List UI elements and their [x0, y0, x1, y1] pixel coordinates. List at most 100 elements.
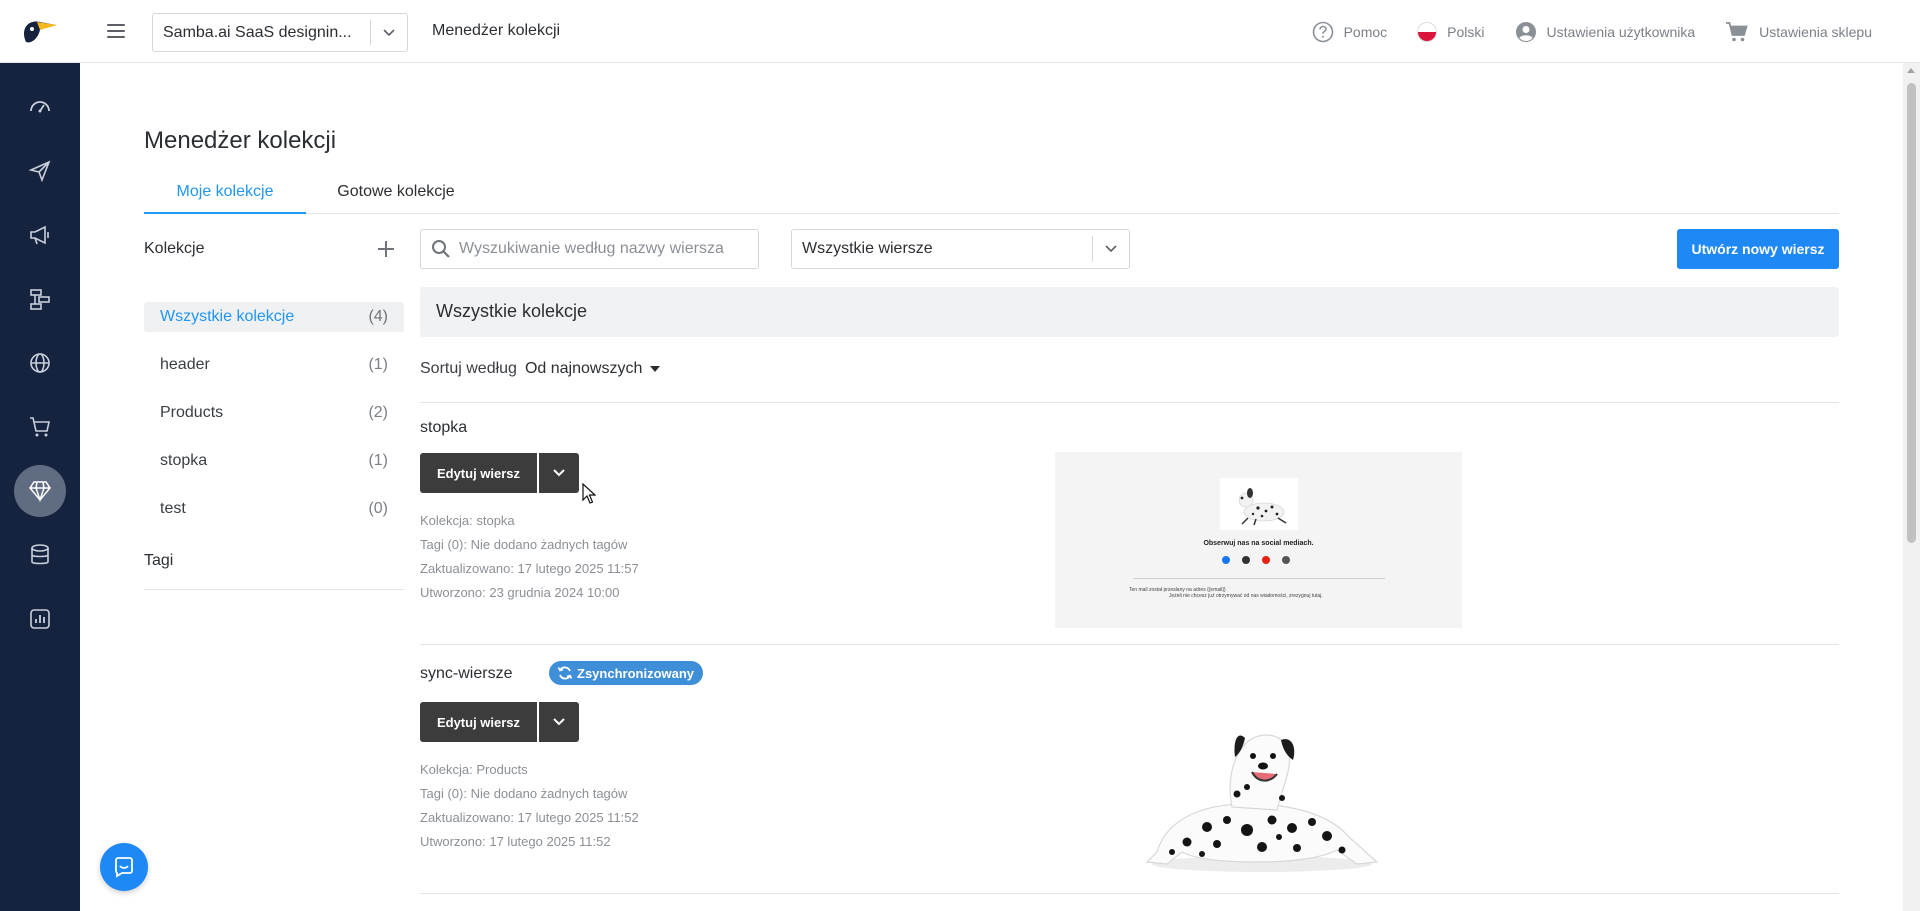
row-preview-thumbnail[interactable]: Obserwuj nas na social mediach. Ten mail…: [1055, 452, 1462, 628]
sync-icon: [557, 666, 573, 680]
scroll-up-arrow-icon[interactable]: [1907, 68, 1915, 73]
rows-filter-value: Wszystkie wiersze: [802, 240, 933, 257]
search-icon: [432, 240, 450, 258]
tab-my-collections[interactable]: Moje kolekcje: [144, 178, 306, 214]
topbar-title: Menedżer kolekcji: [432, 22, 561, 39]
sort-control: Sortuj według Od najnowszych: [420, 360, 661, 378]
nav-data[interactable]: [14, 529, 66, 581]
user-avatar-icon: [1515, 21, 1536, 42]
megaphone-icon: [30, 225, 49, 245]
row-name: sync-wiersze: [420, 665, 513, 682]
row-preview-dalmatian-image[interactable]: [1087, 702, 1432, 878]
user-settings-link[interactable]: Ustawienia użytkownika: [1515, 21, 1696, 43]
collection-item-name: header: [160, 356, 210, 373]
sort-value: Od najnowszych: [524, 360, 643, 377]
nav-analytics[interactable]: [14, 593, 66, 645]
toucan-logo-icon[interactable]: [20, 16, 60, 46]
dashboard-gauge-icon: [30, 101, 50, 113]
preview-social-icons: [1222, 556, 1290, 564]
collection-item-test[interactable]: test (0): [144, 494, 404, 524]
row-meta: Kolekcja: stopka Tagi (0): Nie dodano ża…: [420, 509, 639, 605]
help-link[interactable]: Pomoc: [1312, 21, 1387, 43]
collection-item-name: Wszystkie kolekcje: [160, 308, 295, 325]
sort-dropdown[interactable]: Od najnowszych: [524, 360, 661, 378]
x-twitter-icon: [1242, 556, 1250, 564]
edit-row-button[interactable]: Edytuj wiersz: [420, 453, 537, 493]
synced-badge-label: Zsynchronizowany: [577, 665, 695, 681]
globe-icon: [30, 353, 50, 373]
nav-ecommerce[interactable]: [14, 401, 66, 453]
collection-item-all[interactable]: Wszystkie kolekcje (4): [144, 302, 404, 332]
page-scrollbar[interactable]: [1903, 63, 1920, 911]
account-select-value: Samba.ai SaaS designin...: [163, 23, 352, 41]
row-collection: Kolekcja: stopka: [420, 513, 515, 528]
mouse-pointer-icon: [582, 483, 596, 504]
database-icon: [31, 544, 49, 565]
preview-dog-image: [1220, 478, 1298, 530]
user-settings-label: Ustawienia użytkownika: [1546, 23, 1696, 40]
nav-web[interactable]: [14, 337, 66, 389]
chevron-down-icon: [371, 28, 407, 37]
collection-item-name: Products: [160, 404, 224, 421]
instagram-icon: [1282, 556, 1290, 564]
shop-settings-link[interactable]: Ustawienia sklepu: [1725, 21, 1872, 43]
collection-item-products[interactable]: Products (2): [144, 398, 404, 428]
shopping-cart-icon: [1726, 21, 1748, 41]
nav-dashboard[interactable]: [14, 81, 66, 133]
divider: [420, 402, 1839, 403]
collection-tabs: Moje kolekcje Gotowe kolekcje: [144, 178, 1839, 214]
collection-item-count: (1): [368, 452, 388, 469]
row-actions-dropdown-button[interactable]: [537, 702, 579, 742]
workflow-icon: [30, 289, 50, 310]
collection-item-name: test: [160, 500, 186, 517]
page-title: Menedżer kolekcji: [144, 127, 337, 154]
sidebar: [0, 63, 80, 911]
collections-header: Kolekcje: [144, 232, 404, 266]
row-tags: Tagi (0): Nie dodano żadnych tagów: [420, 537, 628, 552]
search-input[interactable]: [459, 240, 749, 258]
create-row-button[interactable]: Utwórz nowy wiersz: [1677, 229, 1839, 269]
nav-announcements[interactable]: [14, 209, 66, 261]
preview-social-heading: Obserwuj nas na social mediach.: [1203, 540, 1314, 547]
collection-item-count: (4): [368, 308, 388, 325]
caret-down-icon: [650, 366, 661, 372]
collection-item-header[interactable]: header (1): [144, 350, 404, 380]
row-tags: Tagi (0): Nie dodano żadnych tagów: [420, 786, 628, 801]
diamond-icon: [29, 481, 51, 503]
nav-campaigns[interactable]: [14, 145, 66, 197]
row-updated: Zaktualizowano: 17 lutego 2025 11:57: [420, 561, 639, 576]
collections-heading: Kolekcje: [144, 240, 205, 257]
language-link[interactable]: Polski: [1417, 21, 1485, 42]
tab-ready-collections[interactable]: Gotowe kolekcje: [306, 178, 486, 214]
collection-item-stopka[interactable]: stopka (1): [144, 446, 404, 476]
row-edit-group: Edytuj wiersz: [420, 702, 579, 742]
account-select[interactable]: Samba.ai SaaS designin...: [152, 13, 408, 52]
nav-collections[interactable]: [14, 465, 66, 517]
edit-row-button[interactable]: Edytuj wiersz: [420, 702, 537, 742]
tags-heading[interactable]: Tagi: [144, 550, 404, 590]
chevron-down-icon: [553, 718, 565, 726]
facebook-icon: [1222, 556, 1230, 564]
collections-list: Wszystkie kolekcje (4) header (1) Produc…: [144, 302, 404, 542]
nav-workflow[interactable]: [14, 273, 66, 325]
youtube-icon: [1262, 556, 1270, 564]
cart-icon: [30, 417, 50, 437]
shop-settings-label: Ustawienia sklepu: [1759, 23, 1872, 40]
top-bar: Samba.ai SaaS designin... Menedżer kolek…: [0, 0, 1920, 63]
synced-badge: Zsynchronizowany: [549, 661, 704, 685]
add-collection-plus-icon[interactable]: [376, 239, 396, 259]
menu-toggle-button[interactable]: [104, 20, 128, 44]
chat-support-button[interactable]: [100, 843, 148, 891]
divider: [420, 893, 1839, 894]
divider: [420, 644, 1839, 645]
topbar-links: Pomoc Polski Ustawienia użytkownika Usta…: [1312, 0, 1872, 63]
scrollbar-thumb[interactable]: [1907, 83, 1916, 543]
collection-item-count: (1): [368, 356, 388, 373]
chevron-down-icon: [1093, 245, 1129, 253]
search-box: [420, 229, 759, 269]
poland-flag-icon: [1417, 21, 1438, 42]
rows-filter-select[interactable]: Wszystkie wiersze: [791, 229, 1130, 269]
help-icon: [1312, 21, 1333, 42]
collection-item-name: stopka: [160, 452, 208, 469]
row-actions-dropdown-button[interactable]: [537, 453, 579, 493]
